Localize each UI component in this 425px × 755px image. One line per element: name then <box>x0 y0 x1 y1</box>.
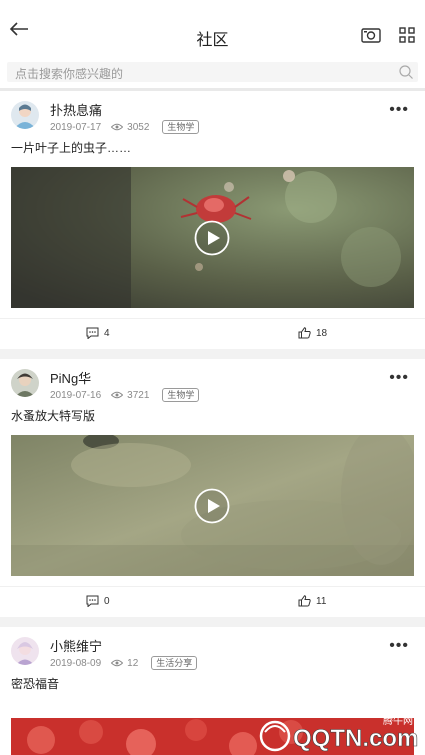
watermark-logo: QQTN.com 腾牛网 <box>255 710 425 755</box>
view-count: 3721 <box>127 389 150 401</box>
username[interactable]: 小熊维宁 <box>50 636 102 655</box>
watermark-subtext: 腾牛网 <box>383 714 413 727</box>
post-card[interactable]: 扑热息痛 2019-07-17 3052 生物学 ••• 一片叶子上的虫子…… <box>0 91 425 349</box>
avatar[interactable] <box>11 369 39 397</box>
watermark-text: QQTN.com <box>293 725 418 752</box>
comment-icon <box>86 595 99 607</box>
comment-count: 0 <box>104 595 110 607</box>
search-placeholder: 点击搜索你感兴趣的 <box>15 67 124 81</box>
comment-button[interactable]: 4 <box>86 327 110 339</box>
category-tag[interactable]: 生活分享 <box>151 656 198 670</box>
post-date: 2019-07-16 <box>50 389 102 401</box>
post-card[interactable]: PiNg华 2019-07-16 3721 生物学 ••• 水蚤放大特写版 0 … <box>0 359 425 617</box>
eye-icon <box>111 391 124 399</box>
more-options-icon[interactable]: ••• <box>389 369 409 387</box>
top-bar: 社区 <box>0 0 425 56</box>
post-date: 2019-07-17 <box>50 121 102 133</box>
eye-icon <box>111 659 124 667</box>
post-caption[interactable]: 一片叶子上的虫子…… <box>11 139 131 156</box>
category-tag[interactable]: 生物学 <box>162 120 200 134</box>
category-tag[interactable]: 生物学 <box>162 388 200 402</box>
post-actions: 4 18 <box>0 318 425 349</box>
search-icon[interactable] <box>398 64 414 80</box>
thumbs-up-icon <box>298 327 311 339</box>
view-count: 12 <box>127 657 139 669</box>
more-options-icon[interactable]: ••• <box>389 637 409 655</box>
post-meta: 2019-07-16 3721 生物学 <box>50 388 200 402</box>
play-button-icon[interactable] <box>194 488 230 524</box>
like-button[interactable]: 11 <box>298 595 326 607</box>
like-count: 11 <box>316 595 327 607</box>
post-date: 2019-08-09 <box>50 657 102 669</box>
play-button-icon[interactable] <box>194 220 230 256</box>
video-thumbnail[interactable] <box>11 167 414 308</box>
comment-icon <box>86 327 99 339</box>
post-meta: 2019-08-09 12 生活分享 <box>50 656 198 670</box>
post-meta: 2019-07-17 3052 生物学 <box>50 120 200 134</box>
avatar[interactable] <box>11 101 39 129</box>
thumbs-up-icon <box>298 595 311 607</box>
eye-icon <box>111 123 124 131</box>
video-thumbnail[interactable] <box>11 435 414 576</box>
username[interactable]: 扑热息痛 <box>50 100 102 119</box>
avatar[interactable] <box>11 637 39 665</box>
more-options-icon[interactable]: ••• <box>389 101 409 119</box>
camera-icon[interactable] <box>361 27 381 43</box>
grid-menu-icon[interactable] <box>399 27 415 43</box>
username[interactable]: PiNg华 <box>50 368 91 387</box>
post-caption[interactable]: 水蚤放大特写版 <box>11 407 95 424</box>
post-caption[interactable]: 密恐福音 <box>11 675 59 692</box>
search-bar[interactable]: 点击搜索你感兴趣的 <box>7 62 418 82</box>
post-actions: 0 11 <box>0 586 425 617</box>
like-button[interactable]: 18 <box>298 327 327 339</box>
like-count: 18 <box>316 327 328 339</box>
comment-button[interactable]: 0 <box>86 595 110 607</box>
comment-count: 4 <box>104 327 110 339</box>
view-count: 3052 <box>127 121 150 133</box>
